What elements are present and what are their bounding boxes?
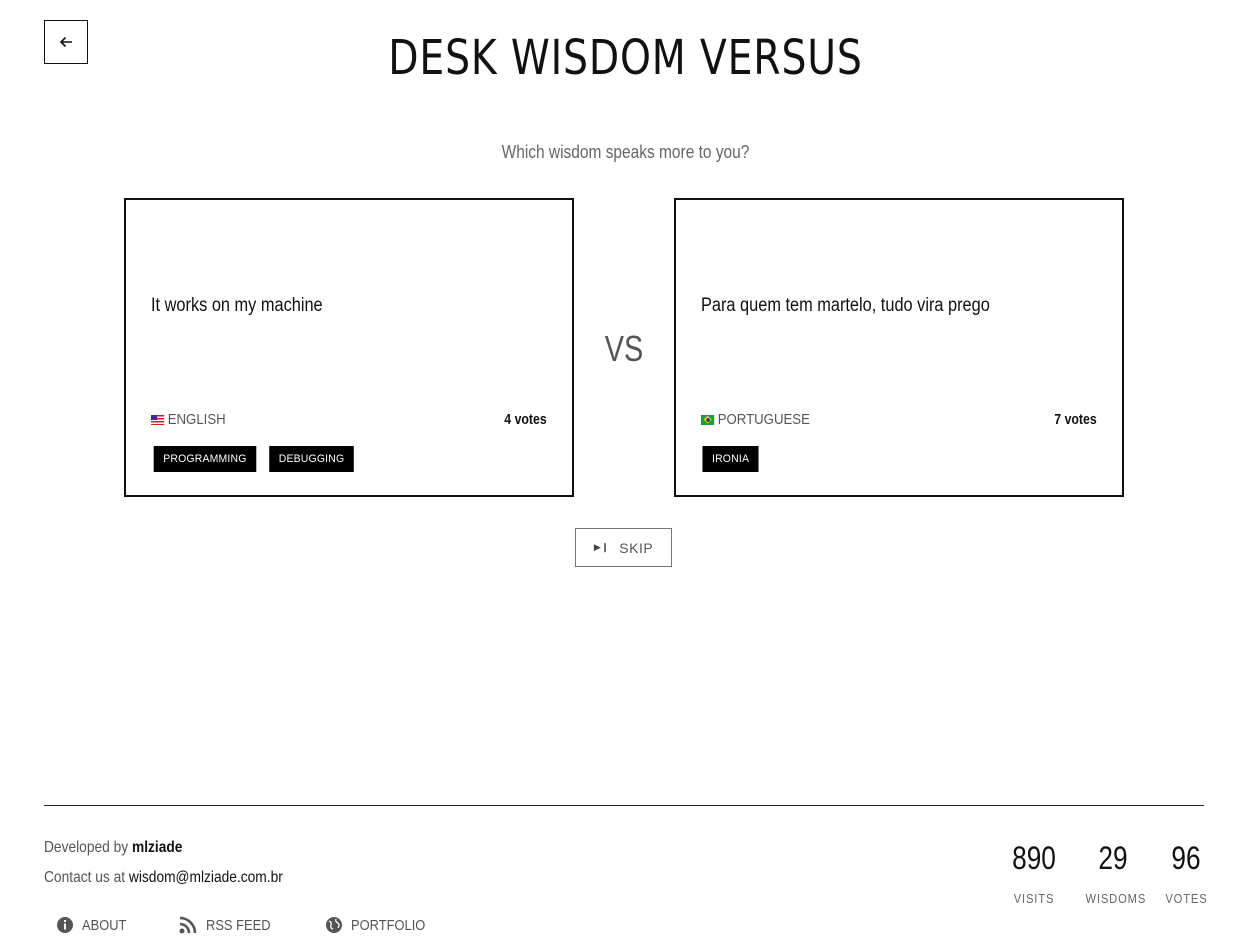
wisdom-language: PORTUGUESE: [701, 411, 810, 428]
rss-feed-link[interactable]: RSS FEED: [178, 915, 281, 935]
portfolio-link[interactable]: PORTFOLIO: [325, 915, 437, 935]
page-subtitle: Which wisdom speaks more to you?: [501, 142, 750, 162]
tag-list: PROGRAMMING DEBUGGING: [151, 446, 356, 472]
footer-divider: [44, 805, 1204, 806]
rss-icon: [179, 916, 196, 934]
page: DESK WISDOM VERSUS Which wisdom speaks m…: [0, 0, 1251, 952]
globe-icon: [325, 917, 342, 933]
wisdom-card-left[interactable]: It works on my machine ENGLISH 4 votes P…: [124, 198, 574, 497]
stat-value: 890: [1012, 840, 1056, 876]
tag: DEBUGGING: [268, 446, 354, 472]
portfolio-label: PORTFOLIO: [350, 916, 426, 934]
arrow-left-icon: [59, 36, 72, 48]
stat-wisdoms: 29 WISDOMS: [1081, 840, 1145, 906]
stat-votes: 96 VOTES: [1162, 840, 1210, 906]
stat-value: 96: [1171, 840, 1201, 876]
tag: IRONIA: [702, 446, 759, 472]
vote-count: 7 votes: [1054, 411, 1097, 428]
about-label: ABOUT: [82, 916, 127, 934]
tag-list: IRONIA: [701, 446, 760, 472]
rss-feed-label: RSS FEED: [205, 916, 271, 934]
stat-label: VISITS: [1013, 891, 1055, 906]
versus-label: VS: [604, 328, 644, 369]
wisdom-card-right[interactable]: Para quem tem martelo, tudo vira prego P…: [674, 198, 1124, 497]
us-flag-icon: [151, 414, 165, 425]
language-label: ENGLISH: [167, 411, 226, 428]
developed-prefix: Developed by: [44, 839, 129, 856]
developer-link[interactable]: mlziade: [132, 839, 182, 856]
stat-label: WISDOMS: [1085, 891, 1147, 906]
skip-next-icon: ▶❙: [593, 542, 610, 552]
contact-line: Contact us at wisdom@mlziade.com.br: [44, 869, 283, 887]
contact-prefix: Contact us at: [44, 869, 126, 886]
tag: PROGRAMMING: [153, 446, 257, 472]
skip-label: SKIP: [619, 539, 654, 556]
back-button[interactable]: [44, 20, 88, 64]
skip-button[interactable]: ▶❙ SKIP: [575, 528, 672, 567]
about-link[interactable]: ABOUT: [56, 915, 134, 935]
vote-count: 4 votes: [504, 411, 547, 428]
developed-by: Developed by mlziade: [44, 839, 182, 857]
stat-value: 29: [1098, 840, 1128, 876]
br-flag-icon: [701, 414, 715, 425]
wisdom-quote: Para quem tem martelo, tudo vira prego: [701, 295, 990, 316]
language-label: PORTUGUESE: [717, 411, 810, 428]
wisdom-quote: It works on my machine: [151, 295, 323, 316]
info-icon: [57, 917, 73, 933]
stat-label: VOTES: [1165, 891, 1208, 906]
footer-links: ABOUT RSS FEED PORTFOLIO: [56, 915, 481, 935]
contact-email-link[interactable]: wisdom@mlziade.com.br: [129, 869, 283, 886]
wisdom-language: ENGLISH: [151, 411, 226, 428]
stat-visits: 890 VISITS: [1004, 840, 1064, 906]
page-title: DESK WISDOM VERSUS: [388, 30, 863, 86]
